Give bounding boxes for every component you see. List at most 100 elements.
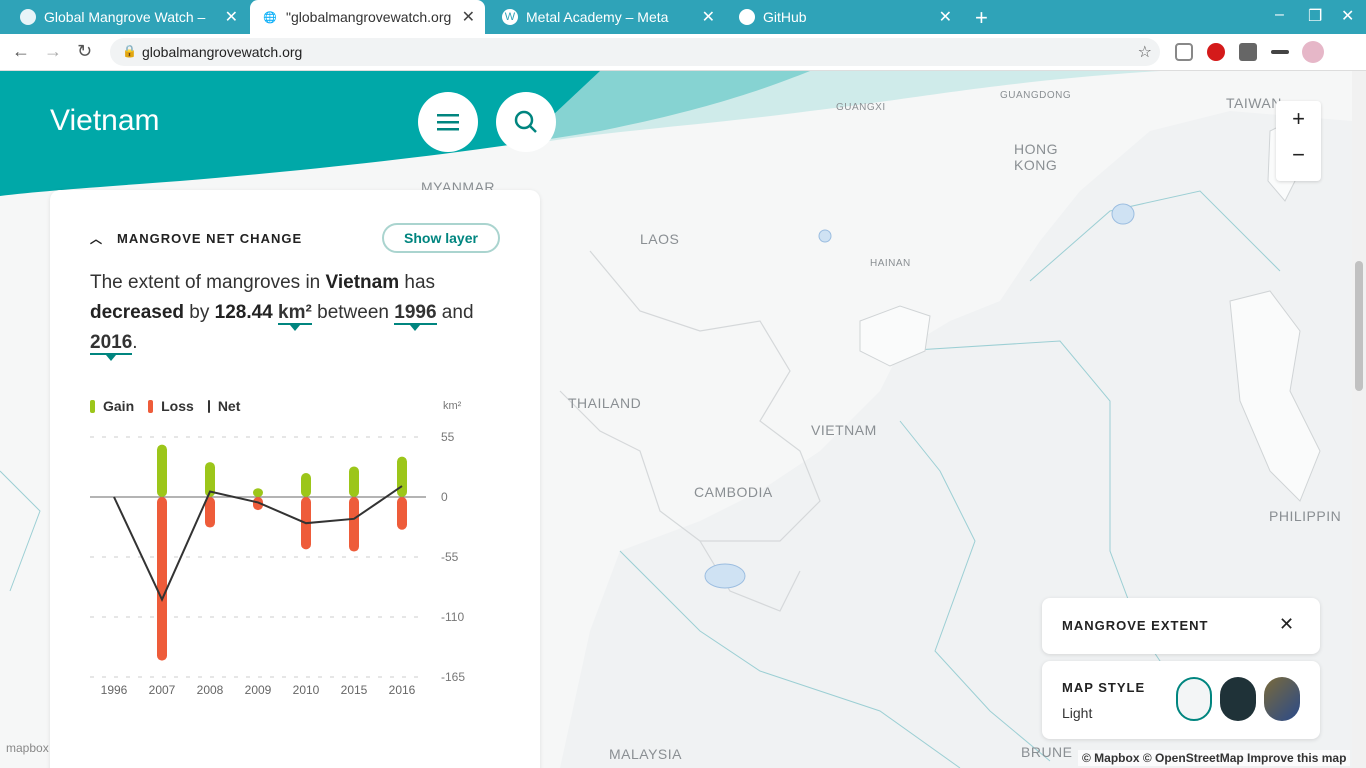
unit-selector[interactable]: km² [278, 302, 312, 325]
y-tick-label: -165 [441, 670, 465, 684]
close-tab-icon[interactable]: ✕ [225, 7, 238, 27]
close-icon[interactable]: ✕ [1279, 614, 1294, 635]
close-tab-icon[interactable]: ✕ [702, 7, 715, 27]
gain-swatch [90, 399, 95, 413]
extent-title: MANGROVE EXTENT [1062, 618, 1209, 633]
map-label: HONG [1014, 141, 1058, 157]
map-style-panel: MAP STYLE Light [1042, 661, 1320, 739]
page: GUANGXI GUANGDONG TAIWAN HONG KONG MYANM… [0, 71, 1366, 768]
sentence-country: Vietnam [325, 272, 400, 293]
new-tab-icon[interactable]: + [975, 5, 988, 31]
gain-bar [253, 488, 263, 497]
y-tick-label: 0 [441, 490, 448, 504]
lake [818, 229, 832, 243]
net-change-chart: 55 0 -55 -110 -165 1996 2007 2008 2009 2010 2015 20… [90, 430, 465, 695]
end-year-selector[interactable]: 2016 [90, 332, 133, 355]
search-button[interactable] [496, 92, 556, 152]
mapbox-logo[interactable]: mapbox [6, 741, 49, 755]
media-queue-icon[interactable] [1271, 50, 1289, 54]
country-title: Vietnam [50, 104, 160, 137]
close-tab-icon[interactable]: ✕ [462, 7, 475, 27]
chart-legend: Gain Loss Net [90, 398, 254, 414]
gain-bar [397, 456, 407, 497]
map-style-title: MAP STYLE [1062, 680, 1146, 695]
gain-bar [301, 473, 311, 497]
wordpress-icon: W [502, 9, 518, 25]
show-layer-button[interactable]: Show layer [382, 223, 500, 253]
page-scrollbar[interactable] [1352, 71, 1366, 768]
github-icon [739, 9, 755, 25]
sentence-trend: decreased [90, 302, 185, 323]
browser-tab-4[interactable]: GitHub ✕ [727, 0, 962, 34]
mangrove-extent-panel: MANGROVE EXTENT ✕ [1042, 598, 1320, 654]
globe-icon: 🌐 [263, 11, 277, 24]
sentence-text: and [436, 302, 474, 323]
browser-toolbar: ← → ↻ 🔒 globalmangrovewatch.org ☆ [0, 34, 1366, 71]
reload-icon[interactable]: ↻ [77, 41, 92, 62]
sentence-value: 128.44 [214, 302, 273, 323]
zoom-in-button[interactable]: + [1276, 101, 1321, 137]
minimize-icon[interactable]: – [1275, 6, 1284, 24]
close-tab-icon[interactable]: ✕ [939, 7, 952, 27]
browser-tab-2[interactable]: 🌐 "globalmangrovewatch.org ✕ [250, 0, 485, 34]
loss-swatch [148, 399, 154, 413]
forward-icon[interactable]: → [44, 41, 62, 62]
opera-icon[interactable] [1207, 43, 1225, 61]
card-title: MANGROVE NET CHANGE [117, 231, 303, 246]
lock-icon: 🔒 [122, 44, 137, 58]
menu-button[interactable] [418, 92, 478, 152]
profile-avatar[interactable] [1302, 41, 1324, 63]
x-tick-label: 2007 [149, 683, 176, 695]
tab-title: Global Mangrove Watch – [44, 9, 206, 25]
address-bar[interactable]: 🔒 globalmangrovewatch.org ☆ [110, 38, 1160, 66]
bookmark-star-icon[interactable]: ☆ [1138, 42, 1152, 62]
satellite-style-option[interactable] [1264, 677, 1300, 721]
x-tick-label: 2016 [389, 683, 416, 695]
chevron-up-icon[interactable]: ︿ [90, 230, 103, 247]
close-window-icon[interactable]: ✕ [1341, 6, 1354, 26]
tab-title: "globalmangrovewatch.org [286, 9, 452, 25]
sentence-text: . [132, 332, 138, 353]
legend-net: Net [207, 398, 241, 414]
reader-icon[interactable] [1175, 43, 1193, 61]
map-label: LAOS [640, 231, 680, 247]
browser-tab-3[interactable]: W Metal Academy – Meta ✕ [490, 0, 725, 34]
summary-sentence: The extent of mangroves in Vietnam has d… [90, 268, 510, 358]
zoom-control: + − [1276, 101, 1321, 181]
legend-gain-label: Gain [103, 398, 135, 414]
map-label: PHILIPPIN [1269, 508, 1342, 524]
gain-bar [157, 444, 167, 497]
light-style-option[interactable] [1176, 677, 1212, 721]
x-tick-label: 2010 [293, 683, 320, 695]
sentence-text: has [399, 272, 436, 293]
back-icon[interactable]: ← [12, 41, 30, 62]
map-label: CAMBODIA [694, 484, 773, 500]
map-style-value: Light [1062, 705, 1093, 721]
dark-style-option[interactable] [1220, 677, 1256, 721]
y-tick-label: -55 [441, 550, 459, 564]
map-label: MALAYSIA [609, 746, 682, 762]
map-label: THAILAND [568, 395, 642, 411]
lake [704, 563, 746, 589]
chart-unit-label: km² [443, 400, 462, 412]
x-tick-label: 2009 [245, 683, 272, 695]
legend-loss-label: Loss [161, 398, 194, 414]
legend-net-label: Net [217, 398, 241, 414]
zoom-out-button[interactable]: − [1276, 137, 1321, 173]
card-header[interactable]: ︿ MANGROVE NET CHANGE [90, 230, 302, 247]
net-change-card: ︿ MANGROVE NET CHANGE Show layer The ext… [50, 190, 540, 768]
start-year-selector[interactable]: 1996 [394, 302, 437, 325]
scrollbar-thumb[interactable] [1355, 261, 1363, 391]
legend-gain: Gain [90, 398, 134, 414]
extensions-puzzle-icon[interactable] [1239, 43, 1257, 61]
map-attribution[interactable]: © Mapbox © OpenStreetMap Improve this ma… [1078, 750, 1351, 766]
sentence-text: The extent of mangroves in [90, 272, 326, 293]
loss-bar [349, 497, 359, 552]
x-tick-label: 2008 [197, 683, 224, 695]
mangrove-favicon-icon [20, 9, 36, 25]
map-label: VIETNAM [811, 422, 877, 438]
url-text: globalmangrovewatch.org [142, 44, 303, 60]
tab-title: GitHub [763, 9, 807, 25]
maximize-icon[interactable]: ❐ [1308, 6, 1322, 26]
browser-tab-1[interactable]: Global Mangrove Watch – ✕ [8, 0, 248, 34]
